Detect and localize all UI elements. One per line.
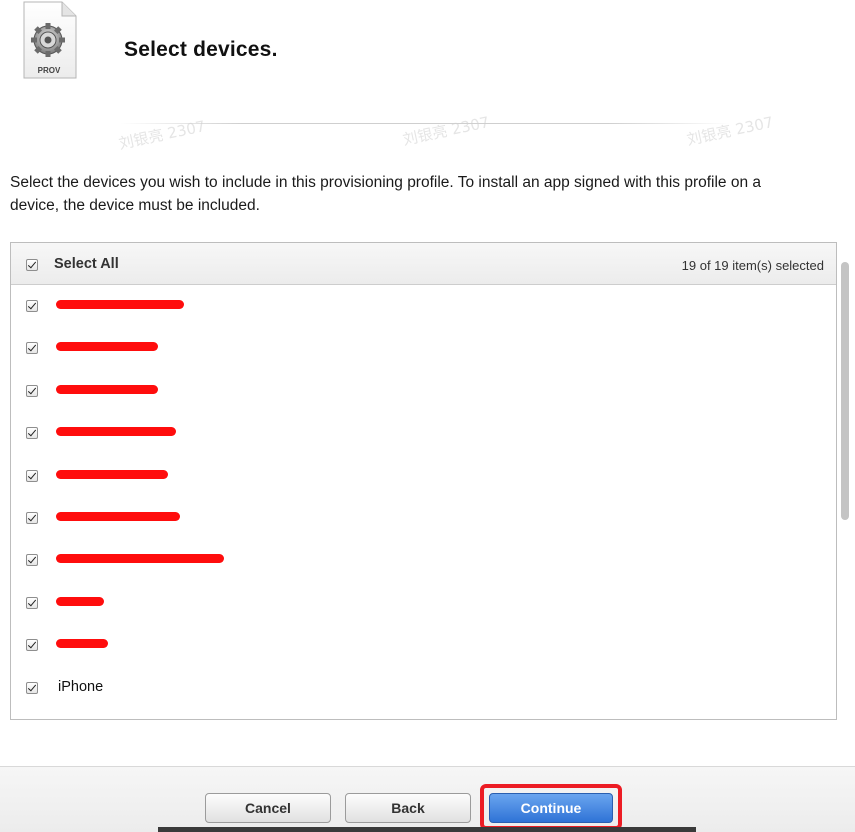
redaction-mark: [56, 427, 176, 437]
page: 刘银亮 2307 刘银亮 2307 刘银亮 2307 刘银亮 2307 刘银亮 …: [0, 0, 855, 832]
watermark: 刘银亮 2307: [685, 113, 775, 149]
device-checkbox[interactable]: [26, 681, 38, 694]
device-row[interactable]: [11, 327, 823, 369]
instructions-text: Select the devices you wish to include i…: [10, 174, 762, 214]
device-checkbox[interactable]: [26, 596, 38, 609]
page-title: Select devices.: [124, 38, 278, 61]
device-checkbox[interactable]: [26, 469, 38, 482]
selected-count: 19 of 19 item(s) selected: [681, 258, 824, 273]
redaction-mark: [56, 300, 184, 309]
redaction-mark: [56, 554, 224, 564]
redaction-mark: [56, 384, 158, 394]
device-rows: iPhone: [11, 285, 823, 709]
file-icon-label: PROV: [38, 66, 61, 75]
device-row[interactable]: [11, 285, 823, 327]
continue-button[interactable]: Continue: [489, 793, 613, 823]
device-row[interactable]: [11, 370, 823, 412]
device-checkbox[interactable]: [26, 511, 38, 524]
redaction-mark: [56, 342, 158, 352]
device-checkbox[interactable]: [26, 384, 38, 397]
device-list: Select All 19 of 19 item(s) selected iPh…: [10, 242, 837, 720]
device-row[interactable]: [11, 412, 823, 454]
cancel-button[interactable]: Cancel: [205, 793, 331, 823]
device-name: iPhone: [58, 678, 104, 695]
device-list-header: Select All 19 of 19 item(s) selected: [11, 243, 836, 285]
redaction-mark: [56, 511, 180, 521]
watermark: 刘银亮 2307: [401, 113, 491, 149]
device-row[interactable]: iPhone: [11, 667, 823, 709]
device-row[interactable]: [11, 455, 823, 497]
header-divider: [120, 123, 730, 124]
device-row[interactable]: [11, 624, 823, 666]
device-row[interactable]: [11, 497, 823, 539]
watermark: 刘银亮 2307: [117, 117, 207, 153]
redaction-mark: [56, 469, 168, 479]
scrollbar-thumb[interactable]: [841, 262, 849, 520]
select-all-checkbox[interactable]: [26, 259, 38, 271]
redaction-mark: [56, 596, 104, 606]
device-row[interactable]: [11, 582, 823, 624]
bottom-overlay-bar: [158, 827, 696, 832]
device-checkbox[interactable]: [26, 342, 38, 355]
device-checkbox[interactable]: [26, 300, 38, 312]
back-button[interactable]: Back: [345, 793, 471, 823]
device-checkbox[interactable]: [26, 427, 38, 440]
redaction-mark: [56, 639, 108, 649]
device-checkbox[interactable]: [26, 554, 38, 567]
device-row[interactable]: [11, 539, 823, 581]
select-all-label[interactable]: Select All: [54, 256, 119, 272]
device-checkbox[interactable]: [26, 639, 38, 652]
provisioning-file-icon: PROV: [22, 0, 78, 80]
